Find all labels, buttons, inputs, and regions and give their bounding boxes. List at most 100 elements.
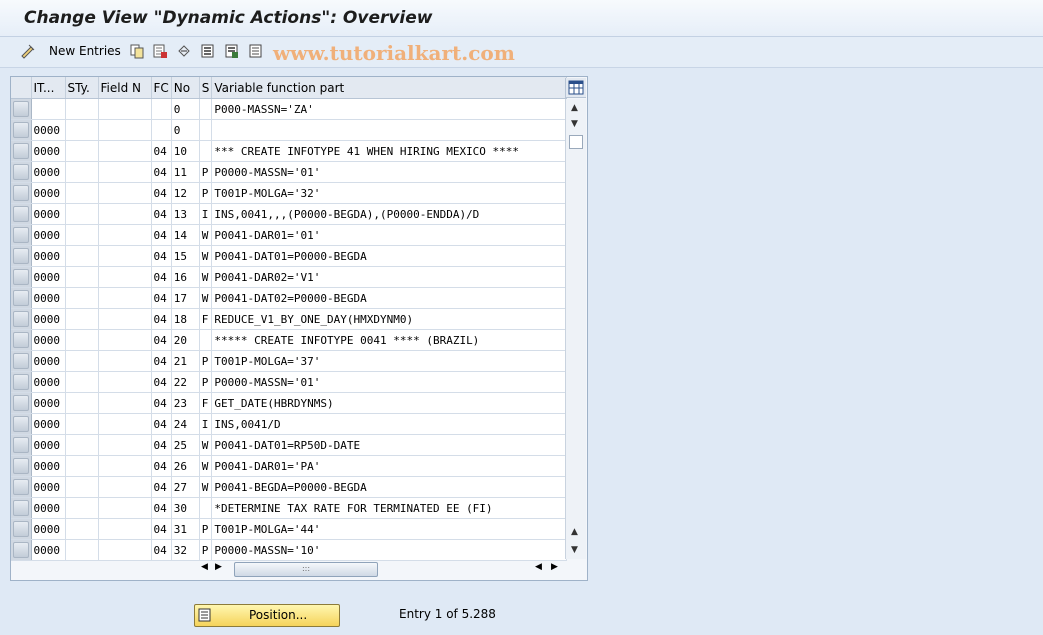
cell-number[interactable]: 12 [171, 182, 200, 204]
row-selector[interactable] [11, 350, 32, 372]
scroll-up-icon[interactable]: ▲ [571, 103, 578, 113]
cell-infotype[interactable]: 0000 [31, 182, 66, 204]
cell-subtype[interactable] [65, 539, 99, 561]
scroll-right-icon[interactable]: ▶ [215, 562, 222, 572]
row-selector[interactable] [11, 224, 32, 246]
cell-number[interactable]: 17 [171, 287, 200, 309]
cell-variable-function-part[interactable]: P0041-DAR01='01' [211, 224, 568, 246]
cell-field-name[interactable] [98, 203, 152, 225]
cell-number[interactable]: 14 [171, 224, 200, 246]
cell-variable-function-part[interactable]: *DETERMINE TAX RATE FOR TERMINATED EE (F… [211, 497, 568, 519]
cell-number[interactable]: 32 [171, 539, 200, 561]
row-selector[interactable] [11, 539, 32, 561]
cell-variable-function-part[interactable]: P0000-MASSN='01' [211, 161, 568, 183]
column-header-field-name[interactable]: Field N [98, 77, 152, 99]
cell-subtype[interactable] [65, 518, 99, 540]
cell-infotype[interactable]: 0000 [31, 371, 66, 393]
cell-field-name[interactable] [98, 329, 152, 351]
cell-field-name[interactable] [98, 224, 152, 246]
select-all-rows-header[interactable] [11, 77, 32, 99]
row-selector[interactable] [11, 371, 32, 393]
cell-subtype[interactable] [65, 308, 99, 330]
cell-function-character[interactable]: 04 [151, 161, 172, 183]
cell-infotype[interactable]: 0000 [31, 308, 66, 330]
cell-number[interactable]: 20 [171, 329, 200, 351]
scroll-right-end-icon[interactable]: ▶ [551, 562, 558, 572]
row-selector[interactable] [11, 455, 32, 477]
cell-variable-function-part[interactable]: P0041-DAT02=P0000-BEGDA [211, 287, 568, 309]
cell-step[interactable]: W [199, 245, 213, 267]
cell-step[interactable]: W [199, 476, 213, 498]
cell-function-character[interactable]: 04 [151, 287, 172, 309]
column-header-number[interactable]: No [171, 77, 200, 99]
cell-field-name[interactable] [98, 476, 152, 498]
cell-function-character[interactable]: 04 [151, 182, 172, 204]
vertical-scroll-thumb[interactable] [569, 135, 583, 149]
deselect-all-icon[interactable] [248, 43, 264, 59]
cell-subtype[interactable] [65, 476, 99, 498]
cell-subtype[interactable] [65, 497, 99, 519]
cell-subtype[interactable] [65, 182, 99, 204]
cell-subtype[interactable] [65, 98, 99, 120]
cell-variable-function-part[interactable]: P0041-BEGDA=P0000-BEGDA [211, 476, 568, 498]
cell-number[interactable]: 21 [171, 350, 200, 372]
cell-step[interactable]: F [199, 392, 213, 414]
cell-number[interactable]: 13 [171, 203, 200, 225]
cell-step[interactable]: P [199, 350, 213, 372]
row-selector[interactable] [11, 203, 32, 225]
cell-variable-function-part[interactable]: T001P-MOLGA='37' [211, 350, 568, 372]
cell-infotype[interactable]: 0000 [31, 455, 66, 477]
cell-variable-function-part[interactable]: P000-MASSN='ZA' [211, 98, 568, 120]
position-button[interactable]: Position... [194, 604, 340, 627]
row-selector[interactable] [11, 266, 32, 288]
cell-field-name[interactable] [98, 140, 152, 162]
cell-field-name[interactable] [98, 287, 152, 309]
cell-function-character[interactable]: 04 [151, 350, 172, 372]
cell-subtype[interactable] [65, 245, 99, 267]
cell-variable-function-part[interactable]: *** CREATE INFOTYPE 41 WHEN HIRING MEXIC… [211, 140, 568, 162]
cell-function-character[interactable]: 04 [151, 392, 172, 414]
cell-subtype[interactable] [65, 266, 99, 288]
cell-field-name[interactable] [98, 266, 152, 288]
cell-subtype[interactable] [65, 224, 99, 246]
cell-number[interactable]: 25 [171, 434, 200, 456]
cell-function-character[interactable]: 04 [151, 245, 172, 267]
cell-function-character[interactable]: 04 [151, 539, 172, 561]
select-all-icon[interactable] [200, 43, 216, 59]
cell-infotype[interactable]: 0000 [31, 224, 66, 246]
cell-variable-function-part[interactable]: P0000-MASSN='10' [211, 539, 568, 561]
row-selector[interactable] [11, 392, 32, 414]
cell-infotype[interactable]: 0000 [31, 266, 66, 288]
cell-function-character[interactable] [151, 98, 172, 120]
cell-field-name[interactable] [98, 182, 152, 204]
row-selector[interactable] [11, 476, 32, 498]
cell-subtype[interactable] [65, 140, 99, 162]
cell-subtype[interactable] [65, 371, 99, 393]
cell-field-name[interactable] [98, 518, 152, 540]
cell-function-character[interactable]: 04 [151, 434, 172, 456]
delete-icon[interactable] [152, 43, 168, 59]
cell-subtype[interactable] [65, 119, 99, 141]
cell-variable-function-part[interactable]: GET_DATE(HBRDYNMS) [211, 392, 568, 414]
horizontal-scrollbar[interactable]: ◀ ▶ ::: ◀ ▶ [201, 561, 565, 577]
cell-subtype[interactable] [65, 203, 99, 225]
row-selector[interactable] [11, 434, 32, 456]
cell-function-character[interactable]: 04 [151, 497, 172, 519]
cell-infotype[interactable]: 0000 [31, 350, 66, 372]
cell-infotype[interactable]: 0000 [31, 413, 66, 435]
cell-function-character[interactable]: 04 [151, 224, 172, 246]
cell-step[interactable] [199, 497, 213, 519]
cell-variable-function-part[interactable]: P0041-DAR02='V1' [211, 266, 568, 288]
cell-subtype[interactable] [65, 434, 99, 456]
cell-variable-function-part[interactable] [211, 119, 568, 141]
cell-field-name[interactable] [98, 119, 152, 141]
cell-infotype[interactable]: 0000 [31, 392, 66, 414]
cell-number[interactable]: 10 [171, 140, 200, 162]
cell-field-name[interactable] [98, 161, 152, 183]
cell-number[interactable]: 26 [171, 455, 200, 477]
cell-number[interactable]: 30 [171, 497, 200, 519]
cell-field-name[interactable] [98, 455, 152, 477]
cell-function-character[interactable]: 04 [151, 371, 172, 393]
cell-infotype[interactable]: 0000 [31, 287, 66, 309]
row-selector[interactable] [11, 161, 32, 183]
